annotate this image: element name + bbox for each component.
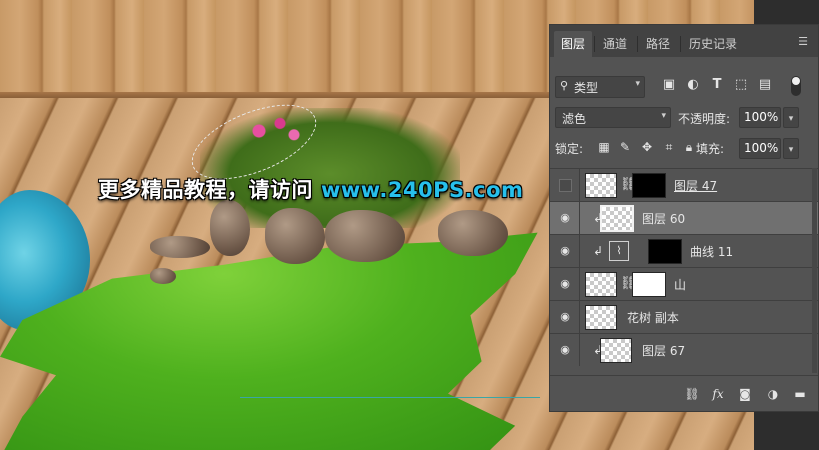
fill-label: 填充: <box>696 142 725 156</box>
row-divider <box>579 169 580 201</box>
chevron-down-icon: ▾ <box>788 145 794 155</box>
clipping-mask-icon: ↲ <box>593 244 604 258</box>
layer-thumbnail <box>585 272 617 297</box>
guide-line <box>240 397 540 398</box>
lock-position-icon[interactable]: ✥ <box>640 139 654 155</box>
watermark: 更多精品教程，请访问 www.240PS.com <box>98 174 523 204</box>
new-group-icon[interactable]: ▬ <box>792 386 808 402</box>
watermark-url: www.240PS.com <box>321 178 524 202</box>
panel-tabs: 图层 通道 路径 历史记录 ☰ <box>550 25 818 57</box>
rock <box>150 268 176 284</box>
tab-history[interactable]: 历史记录 <box>681 31 745 57</box>
panel-menu-icon[interactable]: ☰ <box>798 35 808 48</box>
layer-row-selected[interactable]: ◉ ↲ 图层 60 <box>550 201 818 234</box>
eye-icon[interactable]: ◉ <box>558 344 572 356</box>
row-divider <box>579 334 580 366</box>
chevron-down-icon: ▾ <box>788 114 794 124</box>
lock-transparent-pixels-icon[interactable]: ▦ <box>597 139 611 155</box>
layer-thumbnail <box>585 173 617 198</box>
row-divider <box>579 235 580 267</box>
filter-kind-label: 类型 <box>574 81 599 95</box>
layer-name[interactable]: 图层 47 <box>674 177 717 194</box>
row-divider <box>579 268 580 300</box>
filter-kind-select[interactable]: ⚲ 类型 ▾ <box>555 76 645 98</box>
layer-mask-thumbnail[interactable] <box>632 272 666 297</box>
layer-mask-thumbnail[interactable] <box>648 239 682 264</box>
chevron-down-icon: ▾ <box>661 111 666 121</box>
eye-icon[interactable]: ◉ <box>558 212 572 224</box>
layer-row[interactable]: ⛓ 图层 47 <box>550 168 818 201</box>
tab-paths[interactable]: 路径 <box>638 31 678 57</box>
layer-row[interactable]: ◉ ↲ 图层 67 <box>550 333 818 366</box>
fill-dropdown[interactable]: ▾ <box>783 138 799 159</box>
smart-object-filter-icon[interactable]: ▤ <box>758 78 772 92</box>
blend-mode-select[interactable]: 滤色 ▾ <box>555 107 671 128</box>
layer-name[interactable]: 图层 67 <box>642 342 685 359</box>
rock <box>438 210 508 256</box>
fill-value: 100% <box>744 141 779 155</box>
opacity-value: 100% <box>744 110 779 124</box>
lock-all-icon[interactable]: 🔒︎ <box>682 139 696 155</box>
blend-mode-value: 滤色 <box>562 112 587 126</box>
type-filter-icon[interactable]: T <box>710 78 724 92</box>
rock <box>325 210 405 262</box>
layer-thumbnail <box>585 305 617 330</box>
link-layers-icon[interactable]: ⛓ <box>684 386 700 402</box>
layer-thumbnail <box>600 205 634 232</box>
rock <box>265 208 325 264</box>
search-icon: ⚲ <box>560 79 569 92</box>
watermark-text: 更多精品教程，请访问 <box>98 178 313 202</box>
layer-row[interactable]: ◉ 花树 副本 <box>550 300 818 333</box>
lock-label: 锁定: <box>555 142 584 156</box>
pixel-filter-icon[interactable]: ▣ <box>662 78 676 92</box>
layer-name[interactable]: 曲线 11 <box>690 243 733 260</box>
layer-row[interactable]: ◉ ⛓ 山 <box>550 267 818 300</box>
adjustment-filter-icon[interactable]: ◐ <box>686 78 700 92</box>
add-mask-icon[interactable]: ◙ <box>737 386 753 402</box>
layers-scrollbar[interactable] <box>812 168 817 373</box>
tab-channels[interactable]: 通道 <box>595 31 635 57</box>
eye-icon[interactable]: ◉ <box>558 311 572 323</box>
tab-layers[interactable]: 图层 <box>554 31 592 57</box>
rock <box>210 200 250 256</box>
opacity-label: 不透明度: <box>678 112 731 126</box>
opacity-field[interactable]: 100% <box>739 107 781 128</box>
chevron-down-icon: ▾ <box>635 79 640 89</box>
curves-adjustment-icon: ⌇ <box>609 241 629 261</box>
lock-artboard-icon[interactable]: ⌗ <box>662 139 676 155</box>
layer-name[interactable]: 图层 60 <box>642 210 685 227</box>
opacity-dropdown[interactable]: ▾ <box>783 107 799 128</box>
filter-toggle[interactable] <box>791 76 801 96</box>
layer-thumbnail <box>600 338 632 363</box>
row-divider <box>579 202 580 234</box>
layers-bottom-bar: ⛓ fx ◙ ◑ ▬ <box>550 375 818 412</box>
row-divider <box>579 301 580 333</box>
eye-icon[interactable]: ◉ <box>558 245 572 257</box>
layers-panel: 图层 通道 路径 历史记录 ☰ ⚲ 类型 ▾ ▣ ◐ T ⬚ ▤ 滤色 ▾ 不透… <box>549 24 819 412</box>
layer-name[interactable]: 花树 副本 <box>627 309 679 326</box>
eye-icon[interactable]: ◉ <box>558 278 572 290</box>
fill-field[interactable]: 100% <box>739 138 781 159</box>
lock-image-pixels-icon[interactable]: ✎ <box>618 139 632 155</box>
visibility-off-toggle[interactable] <box>559 179 572 192</box>
shape-filter-icon[interactable]: ⬚ <box>734 78 748 92</box>
layer-row[interactable]: ◉ ↲ ⌇ 曲线 11 <box>550 234 818 267</box>
layer-name[interactable]: 山 <box>674 276 686 293</box>
fx-icon[interactable]: fx <box>710 386 726 402</box>
adjustment-layer-icon[interactable]: ◑ <box>765 386 781 402</box>
layer-mask-thumbnail[interactable] <box>632 173 666 198</box>
rock <box>150 236 210 258</box>
